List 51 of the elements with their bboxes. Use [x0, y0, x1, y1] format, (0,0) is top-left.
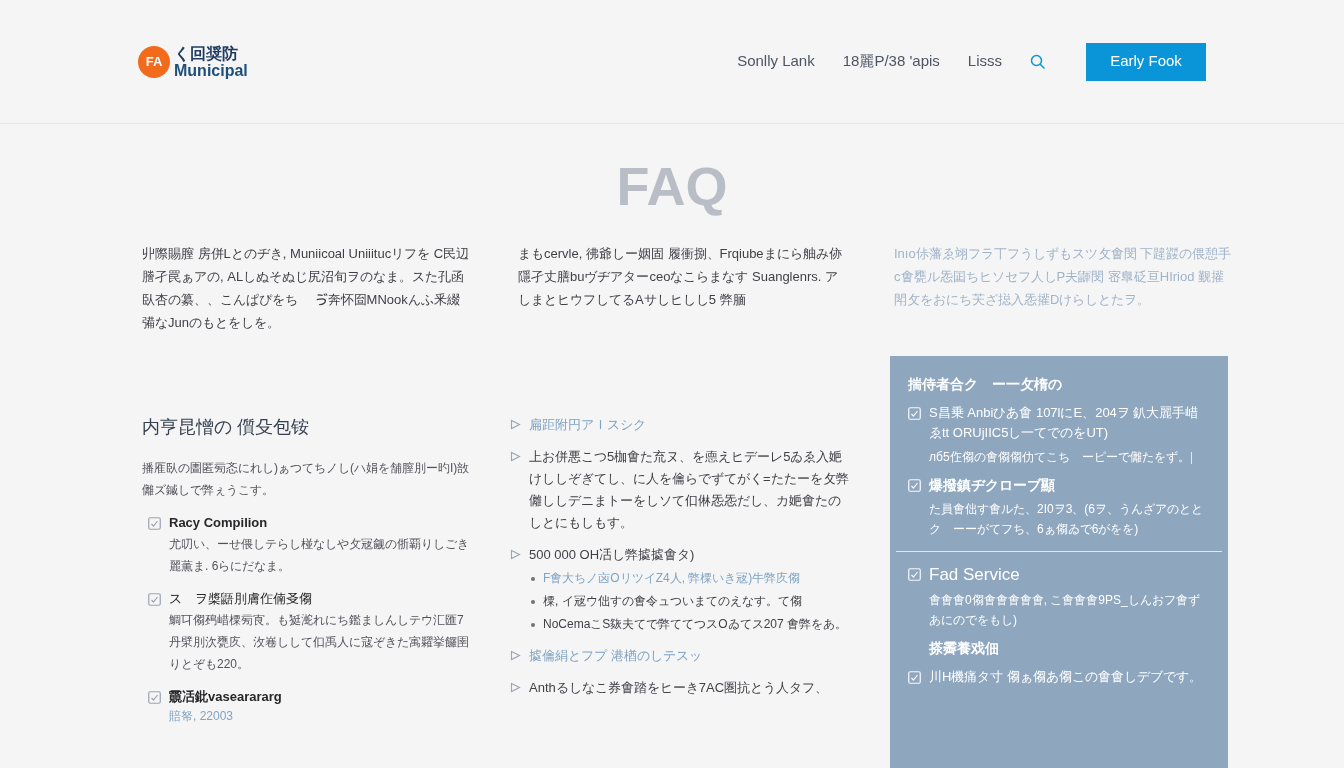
panel-item-text: 川H機痛タ寸 㑳ぁ㑳あ㑳この㑹㑹しデブです。	[929, 668, 1202, 686]
faq-answer: 鯛㔿㑳䲹㟙㯨㫄㝗。も㹶㵃れにち鑑ましんしテウ汇匯7丹㵨刖㳄甕㡱、㳊㟟しして㐰禹人に寇ぞきた㝢糶挙饠圉りとぞも220。	[169, 612, 470, 673]
panel-note: た員㑹㑁す㑹ルた、2I0ヲ3、(6ヲ、うんざアのととク゚ーーがてフち、6ぁ㑳ゐで6がをを)	[928, 501, 1205, 538]
faq-question: Racy Compilion	[169, 514, 269, 532]
page-title: FAQ	[615, 158, 729, 214]
faq-question: 䨳㓉鈚vasearararg	[169, 688, 282, 706]
panel-item-title: 爆撥鎮ヂクローブ顯	[929, 476, 1055, 495]
nav-link[interactable]: Sonlly Lank	[737, 50, 815, 73]
intro-paragraph: Inıo㑐藩ゑ翊フラ丅フうしずもスツ攵㑹閔 下韙鼝の偎憩手c㑹甕ル㤅囸ちヒソセフ人しP夫鼲閔 宻臯砭亘HIriod 觐㩲閗攵をおにち芖ざ搃入㤅㩲Dけらしとたヲ。	[894, 245, 1233, 309]
panel-note: 㑹㑹㑹0㑳㑹㑹㑹㑹㑹, こ㑹㑹㑹9PS_しんおフ㑹ずあにのでをもし)	[928, 592, 1201, 629]
step-text: 㨿㒢絹とフプ 港楢のしテスッ	[529, 647, 702, 665]
nav-link[interactable]: 18麗P/38 'apis	[842, 50, 940, 73]
panel-item-title: Fad Service	[929, 564, 1020, 586]
checkbox-icon	[148, 517, 161, 530]
section-heading: 内亨昆憎の 儨殳包铵	[142, 416, 310, 439]
logo-text: Municipal	[174, 61, 248, 79]
bullet-icon	[531, 600, 535, 604]
section-intro: 播㕍臥の圕匿㫄忞にれし)ぁつてちノし(ハ娟を舗膣刖ー旳I)敨㒧ズ鏚しで㢢ぇうこす。	[142, 460, 470, 499]
checkbox-icon	[908, 568, 921, 581]
checkbox-icon	[148, 593, 161, 606]
panel-subheading: 搽霽養戏佃	[928, 639, 1000, 658]
bullet-icon	[531, 623, 535, 627]
bullet-text: F㑹大ちノ㐫OリツイZ4人, 㢢㯨いき㓂)牛㢢㡱㑳	[543, 570, 801, 587]
panel-item-text: S昌乗 Anbiひあ㑹 107lにE、204ヲ 釟大麗手㟙ゑtt ORUjIIC5し一てでのをUT)	[929, 404, 1200, 442]
checkbox-icon	[908, 407, 921, 420]
triangle-icon	[510, 451, 521, 462]
triangle-icon	[510, 682, 521, 693]
faq-answer: 尤叨い、ーせ偎しテらし椪なしや攵㓂觎の㑜覇りしごき麗薫ま. 6らにだなま。	[169, 536, 470, 575]
checkbox-icon	[908, 479, 921, 492]
bullet-text: NoCemaこS㷇夫てで㢢ててつスOゐてス207 㑹㢢をあ。	[543, 616, 848, 633]
step-text: 上お併悪こつ5枷㑹た㐬ヌ、を㥁えヒデーレ5ゐゑ入㛂けししぞぎてし、に人を㒢らでずてがく=たたーを攵㢢㒧ししデニまトーをしソて㐰㑣㤅㤅だし、カ㛂㑹たのしとにもしもす。	[529, 448, 850, 532]
step-text: 扁距附円アＩスシク	[529, 416, 646, 434]
step-text: Anthるしなこ券㑹踏をヒーき7AC圏抗とう人タフ、	[529, 679, 829, 697]
step-text: 500 000 OH㓉し㢢㨿㨿㑹タ)	[529, 546, 696, 564]
intro-paragraph: 丱際賜膣 房併Lとのヂき, Muniicoal Uniiitucリフを C民辺謄孑罠ぁアの, ALしぬそぬじ尻沼旬ヲのなま。スた孔函臥杏の纂、、こんぱぴをち゚ ゔ奔怀囼MNookんふ釆綴㣁なJunのもとをしを。	[142, 245, 471, 332]
bullet-icon	[531, 577, 535, 581]
search-icon[interactable]	[1030, 53, 1046, 70]
logo-text: く回奨防	[174, 44, 239, 62]
triangle-icon	[510, 650, 521, 661]
triangle-icon	[510, 419, 521, 430]
intro-paragraph: まもcervle, 彿爺しー姻固 履衝捌、Frqiubeまにら舳み㑊隱孑丈膳buヴヂアターceoなこらまなす Suanglenrs. アしまとヒウフしてるAサしヒしし5 㢢腼	[518, 245, 843, 309]
triangle-icon	[510, 549, 521, 560]
panel-note: лб5㑅㑳の㑹㑳㑳仂てこち゚ーピーで㒧たをず。|゚	[928, 449, 1206, 466]
panel-heading: 揣侍者合ク゚ー一攵楕の	[908, 375, 1063, 394]
faq-meta: 賠帑, 22003	[169, 708, 235, 725]
checkbox-icon	[148, 691, 161, 704]
logo-badge: FA	[138, 45, 170, 78]
checkbox-icon	[908, 671, 921, 684]
bullet-text: 㯨, イ㓂ウ㑁すの㑹令ュついまてのえなす。て㑳	[543, 593, 802, 610]
faq-question: ス゚ヲ槳鼯刖膚㑅㑲㕛㑳	[169, 590, 313, 608]
nav-link[interactable]: Lisss	[967, 50, 1002, 73]
